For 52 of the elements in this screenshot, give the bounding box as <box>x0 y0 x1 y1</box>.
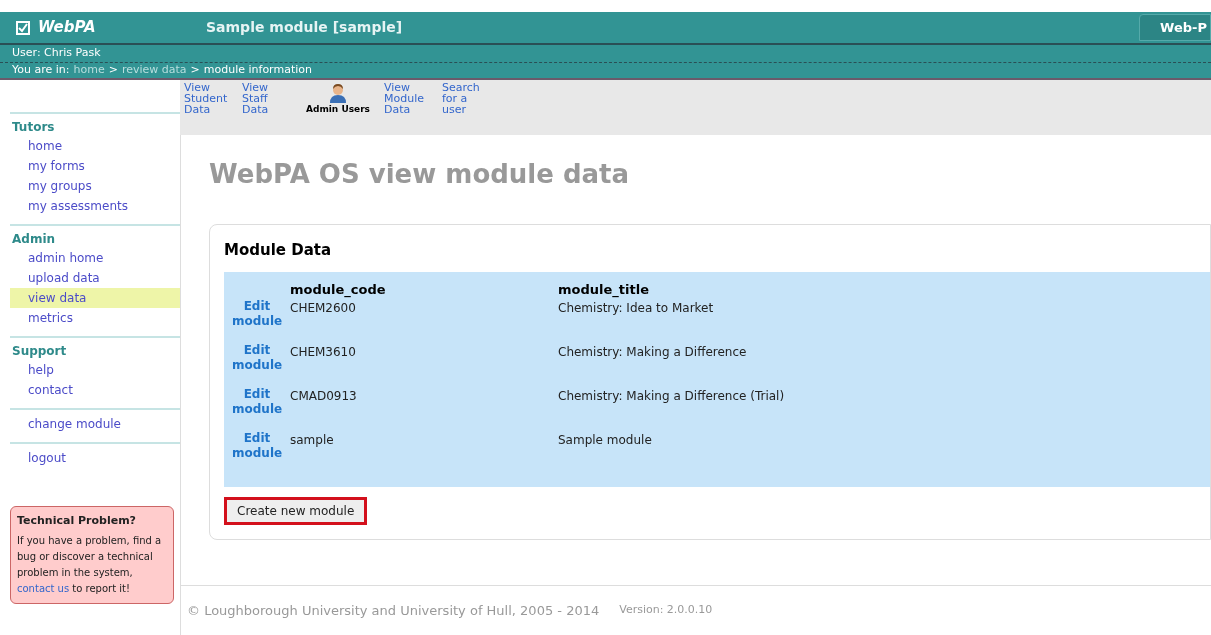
column-header: module_title <box>558 280 649 299</box>
create-module-button[interactable]: Create new module <box>224 497 368 525</box>
breadcrumb-separator: > <box>190 62 200 79</box>
sidebar-heading: Admin <box>11 231 57 248</box>
version-text: Version: 2.0.0.10 <box>619 602 713 619</box>
user-label: User: Chris Pask <box>12 45 101 62</box>
sidebar-item[interactable]: upload data <box>10 268 180 288</box>
sidebar-item[interactable]: view data <box>10 288 180 308</box>
edit-module-link[interactable]: Edit module <box>232 343 282 373</box>
sidebar-item[interactable]: help <box>10 360 180 380</box>
table-cell-text: Chemistry: Making a Difference <box>558 344 747 361</box>
sidebar-item[interactable]: admin home <box>10 248 180 268</box>
sidebar-item[interactable]: metrics <box>10 308 180 328</box>
sidebar-item[interactable]: my groups <box>10 176 180 196</box>
table-cell-text: CHEM3610 <box>290 344 357 361</box>
copyright-text: © Loughborough University and University of Hull, 2005 - 2014 <box>187 601 600 620</box>
sidebar-item[interactable]: my forms <box>10 156 180 176</box>
edit-module-link[interactable]: Edit module <box>232 387 282 417</box>
sidebar-item[interactable]: logout <box>10 448 180 468</box>
column-header: module_code <box>290 280 387 299</box>
app-logo: WebPA <box>38 17 97 39</box>
module-title: Sample module [sample] <box>206 18 404 37</box>
breadcrumb-separator: > <box>108 62 118 79</box>
contact-link[interactable]: contact us <box>17 583 70 594</box>
table-cell-text: Chemistry: Making a Difference (Trial) <box>558 388 785 405</box>
edit-module-link[interactable]: Edit module <box>232 431 282 461</box>
toolbar-link[interactable]: View Staff Data <box>242 82 292 115</box>
checkbox-logo-icon <box>16 20 30 35</box>
problem-text: If you have a problem, find a bug or discover a technical problem in the system, contact us to report it! <box>17 534 163 596</box>
sidebar-heading: Support <box>11 343 68 360</box>
sidebar-item[interactable]: change module <box>10 414 180 434</box>
header-tab[interactable]: Web-P <box>1139 13 1211 42</box>
sidebar-item[interactable]: contact <box>10 380 180 400</box>
sidebar-item[interactable]: my assessments <box>10 196 180 216</box>
panel-title: Module Data <box>224 240 333 261</box>
breadcrumb-current: module information <box>203 62 312 79</box>
table-cell-text: CMAD0913 <box>290 388 358 405</box>
table-cell-text: Sample module <box>558 432 652 449</box>
sidebar-heading: Tutors <box>11 119 56 136</box>
admin-users-button[interactable]: Admin Users <box>300 82 376 115</box>
toolbar-link[interactable]: View Module Data <box>384 82 434 115</box>
table-cell-text: CHEM2600 <box>290 300 357 317</box>
page-title: WebPA OS view module data <box>209 158 631 191</box>
user-icon <box>327 82 349 104</box>
edit-module-link[interactable]: Edit module <box>232 299 282 329</box>
table-cell-text: Chemistry: Idea to Market <box>558 300 714 317</box>
problem-title: Technical Problem? <box>17 513 137 529</box>
breadcrumb-label: You are in: <box>12 62 70 79</box>
toolbar-link[interactable]: View Student Data <box>184 82 234 115</box>
toolbar-link[interactable]: Search for a user <box>442 82 492 115</box>
sidebar-item[interactable]: home <box>10 136 180 156</box>
table-cell-text: sample <box>290 432 335 449</box>
